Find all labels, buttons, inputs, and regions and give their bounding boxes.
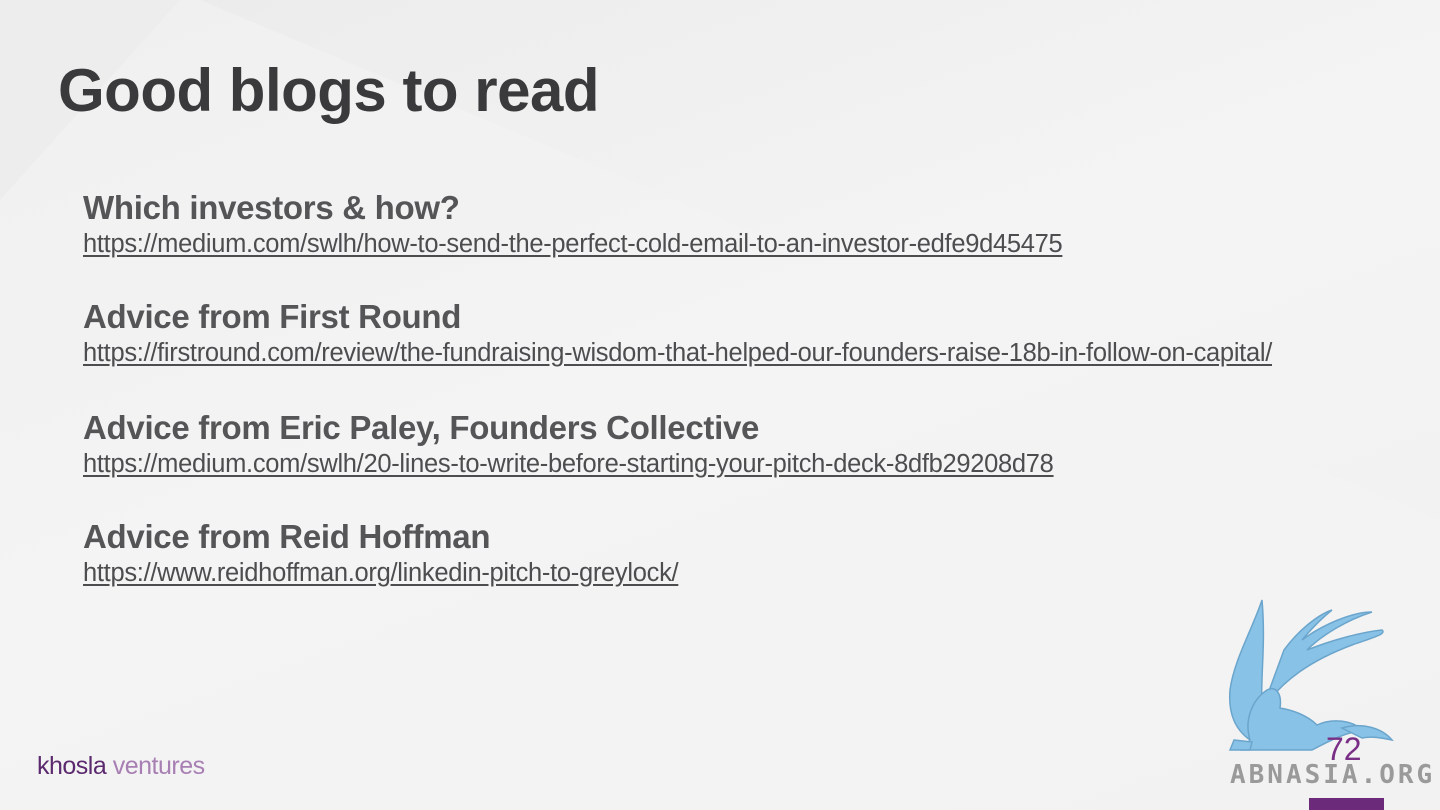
company-logo: khosla ventures [37, 752, 205, 781]
blog-heading: Advice from Eric Paley, Founders Collect… [83, 409, 760, 446]
logo-brand-second: ventures [112, 752, 205, 780]
accent-bar [1309, 798, 1384, 810]
blog-item: Advice from Reid Hoffman https://www.rei… [83, 517, 1373, 590]
blog-heading: Which investors & how? [83, 189, 460, 226]
blog-item: Which investors & how? https://medium.co… [83, 188, 1373, 261]
blog-link[interactable]: https://medium.com/swlh/how-to-send-the-… [83, 228, 1373, 261]
blog-link[interactable]: https://medium.com/swlh/20-lines-to-writ… [83, 448, 1373, 481]
blog-list: Which investors & how? https://medium.co… [83, 188, 1373, 626]
blog-link[interactable]: https://www.reidhoffman.org/linkedin-pit… [83, 557, 1373, 590]
blog-heading: Advice from First Round [83, 298, 462, 335]
blog-link[interactable]: https://firstround.com/review/the-fundra… [83, 337, 1373, 370]
page-title: Good blogs to read [58, 57, 600, 124]
blog-item: Advice from First Round https://firstrou… [83, 297, 1373, 370]
blog-heading: Advice from Reid Hoffman [83, 518, 491, 555]
page-number: 72 [1326, 731, 1362, 767]
logo-brand-first: khosla [37, 752, 107, 780]
blog-item: Advice from Eric Paley, Founders Collect… [83, 408, 1373, 481]
